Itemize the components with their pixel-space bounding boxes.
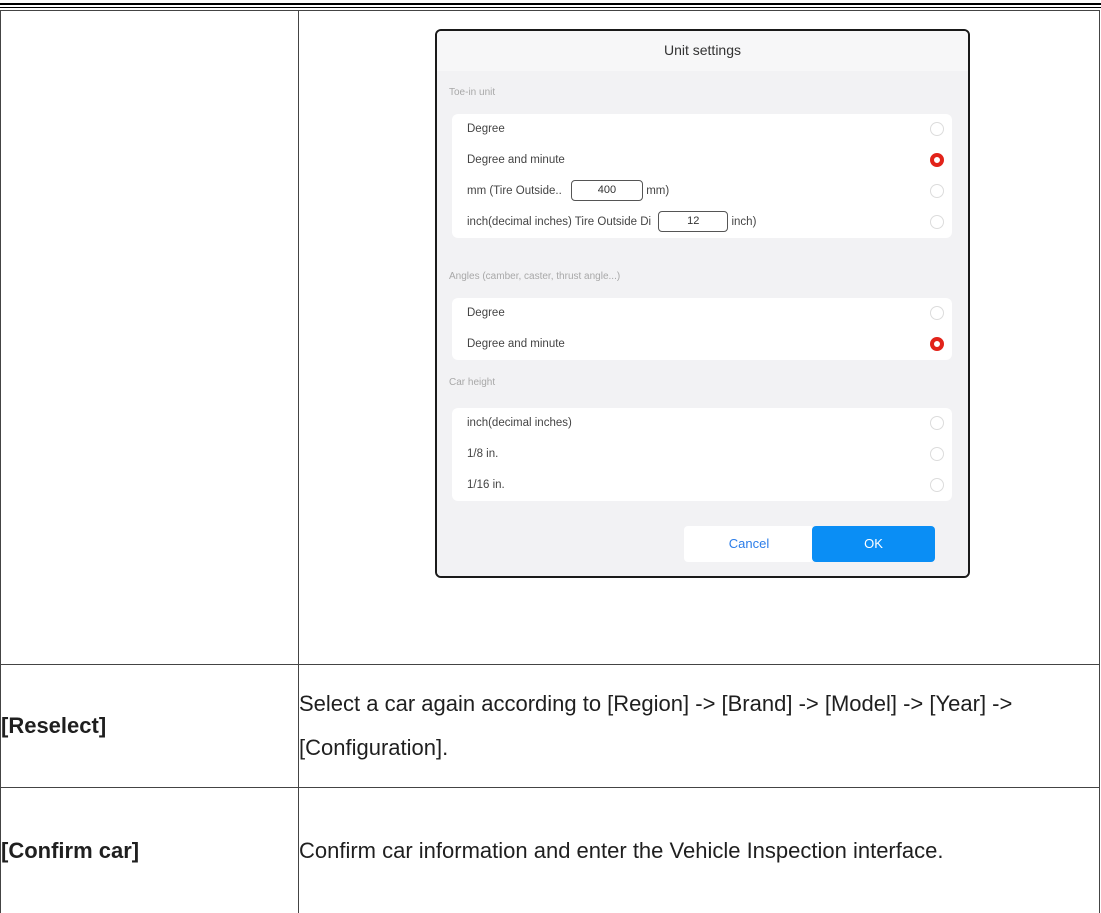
radio-button-selected[interactable] xyxy=(930,153,944,167)
top-rule xyxy=(0,3,1101,5)
option-row[interactable]: Degree and minute xyxy=(452,145,952,176)
option-label: inch(decimal inches) Tire Outside Di xyxy=(467,216,651,228)
section-label-toe-in: Toe-in unit xyxy=(449,87,495,98)
tire-diameter-inch-input[interactable]: 12 xyxy=(658,211,728,232)
dialog-footer: Cancel OK xyxy=(437,517,968,576)
toe-in-options: Degree Degree and minute mm (Tire Outsid… xyxy=(452,114,952,238)
option-row[interactable]: 1/8 in. xyxy=(452,439,952,470)
section-label-angles: Angles (camber, caster, thrust angle...) xyxy=(449,271,620,282)
option-row[interactable]: Degree xyxy=(452,298,952,329)
radio-button[interactable] xyxy=(930,478,944,492)
option-label: Degree and minute xyxy=(467,329,565,360)
option-label: 1/8 in. xyxy=(467,439,498,470)
option-label: Degree xyxy=(467,298,505,329)
section-label-car-height: Car height xyxy=(449,377,495,388)
tire-diameter-mm-input[interactable]: 400 xyxy=(571,180,643,201)
option-label: Degree xyxy=(467,114,505,145)
option-row[interactable]: 1/16 in. xyxy=(452,470,952,501)
option-label: mm (Tire Outside.. xyxy=(467,185,562,197)
option-row[interactable]: Degree and minute xyxy=(452,329,952,360)
radio-button[interactable] xyxy=(930,447,944,461)
radio-button-selected[interactable] xyxy=(930,337,944,351)
unit-settings-dialog: Unit settings Toe-in unit Degree Degree … xyxy=(435,29,970,578)
row-description: Select a car again according to [Region]… xyxy=(299,665,1100,788)
unit-suffix: mm) xyxy=(646,185,669,197)
cancel-button[interactable]: Cancel xyxy=(684,526,814,562)
radio-button[interactable] xyxy=(930,184,944,198)
top-rule-thin xyxy=(0,7,1101,8)
option-label: 1/16 in. xyxy=(467,470,505,501)
radio-button[interactable] xyxy=(930,215,944,229)
option-row[interactable]: inch(decimal inches) Tire Outside Di 12 … xyxy=(452,207,952,238)
option-label: Degree and minute xyxy=(467,145,565,176)
option-row[interactable]: Degree xyxy=(452,114,952,145)
option-label-wrapper: mm (Tire Outside.. 400 mm) xyxy=(467,176,669,207)
unit-suffix: inch) xyxy=(731,216,756,228)
radio-button[interactable] xyxy=(930,416,944,430)
row-description: Confirm car information and enter the Ve… xyxy=(299,788,1100,913)
option-row[interactable]: inch(decimal inches) xyxy=(452,408,952,439)
car-height-options: inch(decimal inches) 1/8 in. 1/16 in. xyxy=(452,408,952,501)
dialog-title: Unit settings xyxy=(437,31,968,71)
row-label: [Reselect] xyxy=(1,665,299,788)
angles-options: Degree Degree and minute xyxy=(452,298,952,360)
radio-button[interactable] xyxy=(930,122,944,136)
option-label: inch(decimal inches) xyxy=(467,408,572,439)
ok-button[interactable]: OK xyxy=(812,526,935,562)
empty-cell xyxy=(1,11,299,665)
option-label-wrapper: inch(decimal inches) Tire Outside Di 12 … xyxy=(467,207,756,238)
radio-button[interactable] xyxy=(930,306,944,320)
row-label: [Confirm car] xyxy=(1,788,299,913)
table-row: [Confirm car] Confirm car information an… xyxy=(1,788,1100,913)
option-row[interactable]: mm (Tire Outside.. 400 mm) xyxy=(452,176,952,207)
table-row: [Reselect] Select a car again according … xyxy=(1,665,1100,788)
